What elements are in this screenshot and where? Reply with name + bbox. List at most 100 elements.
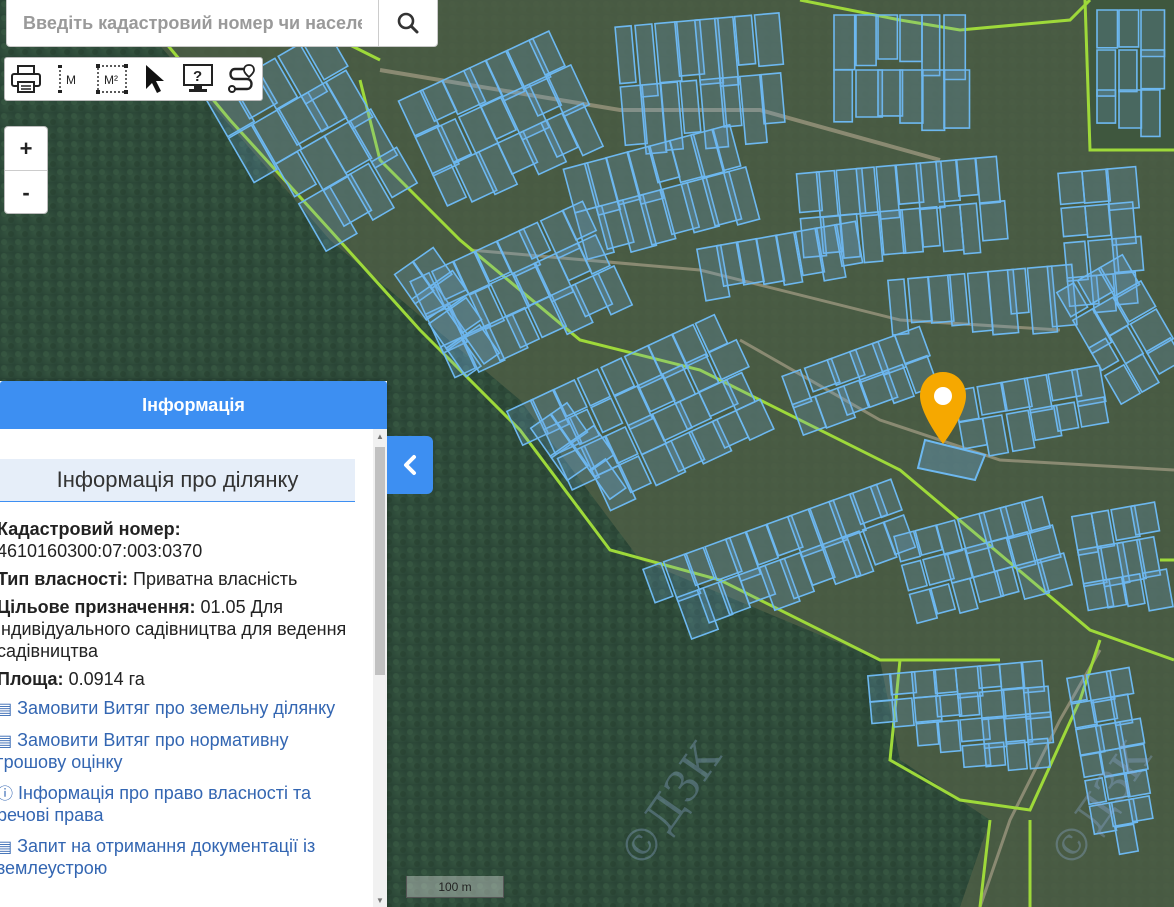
print-button[interactable] xyxy=(5,58,48,100)
chevron-left-icon xyxy=(404,455,416,475)
order-extract-land-link[interactable]: ▤ Замовити Витяг про земельну ділянку xyxy=(0,698,355,720)
link-label: Замовити Витяг про нормативну грошову оц… xyxy=(0,730,289,772)
link-label: Інформація про право власності та речові… xyxy=(0,783,312,825)
link-label: Замовити Витяг про земельну ділянку xyxy=(17,698,336,718)
land-parcel[interactable] xyxy=(946,272,970,327)
land-parcel[interactable] xyxy=(978,199,1009,242)
land-parcel[interactable] xyxy=(1113,823,1140,856)
location-pin-icon[interactable] xyxy=(918,370,968,451)
land-parcel[interactable] xyxy=(1118,9,1140,48)
land-parcel[interactable] xyxy=(915,721,940,747)
scroll-up-arrow-icon[interactable]: ▲ xyxy=(373,431,387,443)
cadastral-row: Кадастровий номер: 4610160300:07:003:037… xyxy=(0,518,355,562)
zoom-out-button[interactable]: - xyxy=(5,171,47,214)
search-input[interactable] xyxy=(7,0,378,46)
land-parcel[interactable] xyxy=(983,741,1007,768)
land-parcel[interactable] xyxy=(1118,49,1138,93)
help-button[interactable]: ? xyxy=(176,58,219,100)
land-parcel[interactable] xyxy=(1105,666,1135,699)
list-icon: ▤ xyxy=(0,733,13,750)
search-icon xyxy=(397,12,419,34)
panel-scrollbar[interactable]: ▲ ▼ xyxy=(373,429,387,907)
land-parcel[interactable] xyxy=(1076,396,1110,428)
zoom-in-button[interactable]: + xyxy=(5,127,47,171)
collapse-panel-button[interactable] xyxy=(387,436,433,494)
route-icon xyxy=(227,64,255,93)
land-parcel[interactable] xyxy=(1027,737,1051,770)
area-value: 0.0914 га xyxy=(68,669,145,689)
land-parcel[interactable] xyxy=(954,157,980,198)
measure-label: M xyxy=(66,73,76,87)
land-parcel[interactable] xyxy=(1129,501,1161,536)
measure-area-button[interactable]: M² xyxy=(91,58,134,100)
cursor-icon xyxy=(145,65,164,93)
land-parcel[interactable] xyxy=(815,169,840,219)
land-parcel[interactable] xyxy=(1065,674,1089,704)
land-parcel[interactable] xyxy=(1005,739,1029,772)
land-parcel[interactable] xyxy=(855,166,880,218)
land-parcel[interactable] xyxy=(733,14,757,66)
request-documentation-link[interactable]: ▤ Запит на отримання документації із зем… xyxy=(0,836,355,879)
land-parcel[interactable] xyxy=(958,202,982,255)
land-parcel[interactable] xyxy=(974,155,1002,205)
land-parcel[interactable] xyxy=(833,14,856,71)
land-parcel[interactable] xyxy=(1006,267,1030,315)
scroll-thumb[interactable] xyxy=(375,447,385,675)
land-parcel[interactable] xyxy=(1084,203,1112,239)
land-parcel[interactable] xyxy=(919,205,941,248)
land-parcel[interactable] xyxy=(1060,205,1089,238)
purpose-row: Цільове призначення: 01.05 Для індивідуа… xyxy=(0,596,355,662)
cadastral-number[interactable]: 4610160300:07:003:0370 xyxy=(0,541,202,561)
land-parcel[interactable] xyxy=(1057,170,1086,206)
select-cursor-button[interactable] xyxy=(133,58,176,100)
land-parcel[interactable] xyxy=(1096,9,1119,49)
panel-title: Інформація xyxy=(0,381,387,429)
land-parcel[interactable] xyxy=(1140,49,1166,90)
land-parcel[interactable] xyxy=(679,79,702,135)
land-parcel[interactable] xyxy=(1096,89,1117,124)
info-panel: Інформація Інформація про ділянку Кадаст… xyxy=(0,381,387,907)
ownership-label: Тип власності: xyxy=(0,569,128,589)
land-parcel[interactable] xyxy=(1096,49,1117,97)
land-parcel[interactable] xyxy=(932,667,959,695)
land-parcel[interactable] xyxy=(921,69,946,132)
land-parcel[interactable] xyxy=(956,691,981,718)
land-parcel[interactable] xyxy=(921,14,941,77)
link-label: Запит на отримання документації із земле… xyxy=(0,836,316,878)
land-parcel[interactable] xyxy=(976,663,1003,690)
land-parcel[interactable] xyxy=(1052,401,1080,433)
land-parcel[interactable] xyxy=(758,72,786,125)
land-parcel[interactable] xyxy=(1140,89,1161,138)
land-parcel[interactable] xyxy=(833,69,854,123)
land-parcel[interactable] xyxy=(877,14,899,60)
land-parcel[interactable] xyxy=(937,719,962,754)
list-icon: ▤ xyxy=(0,839,13,856)
measure-area-icon: M² xyxy=(96,64,129,94)
land-parcel[interactable] xyxy=(719,75,743,128)
ownership-info-link[interactable]: ⓘ Інформація про право власності та речо… xyxy=(0,783,355,826)
area-row: Площа: 0.0914 га xyxy=(0,668,355,690)
measure-distance-icon: M xyxy=(58,65,76,93)
land-parcel[interactable] xyxy=(899,14,923,63)
land-parcel[interactable] xyxy=(753,12,785,68)
land-parcel[interactable] xyxy=(855,14,877,67)
map-scale-bar: 100 m xyxy=(406,876,504,898)
area-label: M² xyxy=(104,73,118,87)
purpose-label: Цільове призначення: xyxy=(0,597,196,617)
land-parcel[interactable] xyxy=(877,69,904,117)
scroll-down-arrow-icon[interactable]: ▼ xyxy=(373,895,387,907)
ownership-value: Приватна власність xyxy=(133,569,298,589)
area-label: Площа: xyxy=(0,669,64,689)
order-extract-valuation-link[interactable]: ▤ Замовити Витяг про нормативну грошову … xyxy=(0,730,355,773)
route-button[interactable] xyxy=(219,58,262,100)
measure-distance-button[interactable]: M xyxy=(48,58,91,100)
land-parcel[interactable] xyxy=(891,697,915,728)
print-icon xyxy=(11,65,42,93)
search-button[interactable] xyxy=(378,0,437,46)
search-bar xyxy=(6,0,438,47)
land-parcel[interactable] xyxy=(943,69,971,129)
land-parcel[interactable] xyxy=(866,673,894,703)
land-parcel[interactable] xyxy=(859,211,884,264)
land-parcel[interactable] xyxy=(899,69,924,124)
land-parcel[interactable] xyxy=(1118,89,1143,129)
